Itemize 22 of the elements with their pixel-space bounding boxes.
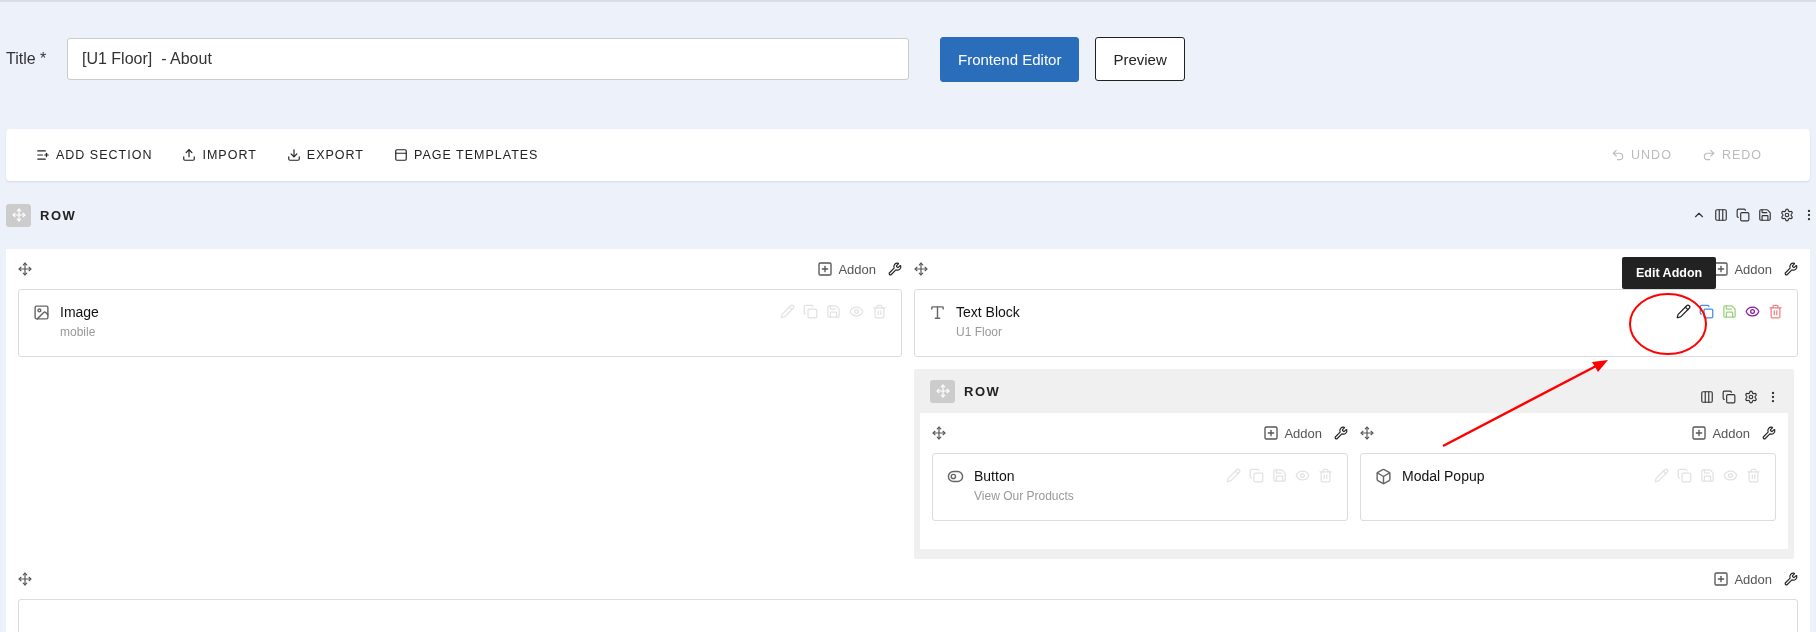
preview-button[interactable]: Preview	[1095, 37, 1185, 81]
row-label: ROW	[40, 207, 77, 223]
add-addon-button[interactable]: Addon	[1691, 425, 1750, 441]
add-addon-button[interactable]: Addon	[1263, 425, 1322, 441]
addon-name: Button	[974, 468, 1016, 484]
row-label: ROW	[964, 383, 1001, 399]
addon-subtitle: mobile	[60, 325, 97, 339]
addon-subtitle: View Our Products	[974, 489, 1074, 503]
addon-subtitle: U1 Floor	[956, 325, 1003, 339]
tooltip: Edit Addon	[1622, 257, 1717, 289]
toolbar-button[interactable]: EXPORT	[286, 148, 364, 162]
addon-name: Image	[60, 304, 99, 320]
add-addon-button[interactable]: Addon	[1713, 571, 1772, 587]
title-input[interactable]: [U1 Floor] - About	[67, 38, 909, 80]
frontend-editor-button[interactable]: Frontend Editor	[940, 36, 1080, 82]
title-label: Title *	[6, 50, 48, 68]
toolbar-button[interactable]: ADD SECTION	[36, 148, 153, 162]
toolbar-button[interactable]: IMPORT	[182, 148, 257, 162]
addon-name: Modal Popup	[1402, 468, 1485, 484]
toolbar-button[interactable]: PAGE TEMPLATES	[394, 148, 539, 162]
add-addon-button[interactable]: Addon	[817, 261, 876, 277]
addon-name: Text Block	[956, 304, 1020, 320]
